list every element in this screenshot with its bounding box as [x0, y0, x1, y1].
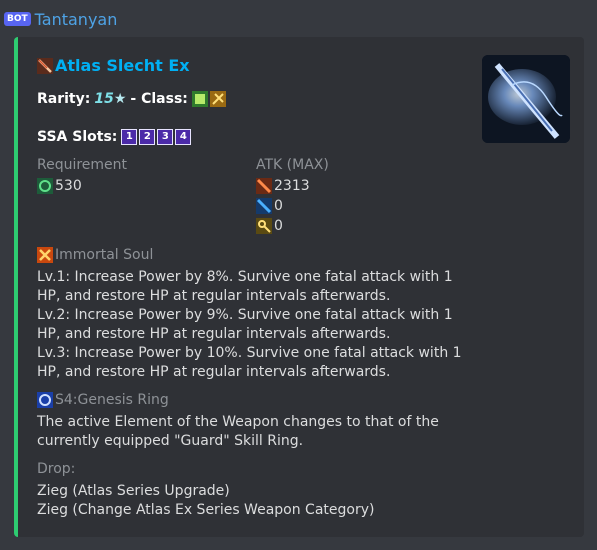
ranged-atk-icon [256, 198, 272, 214]
ssa-slot-1-icon: 1 [121, 129, 138, 145]
ssa-slot-4-icon: 4 [175, 129, 192, 145]
item-embed: Atlas Slecht Ex Rarity: 15 ★ - Class: SS… [14, 37, 584, 537]
rarity-label: Rarity: [37, 91, 91, 107]
potential-lv1: Lv.1: Increase Power by 8%. Survive one … [37, 269, 453, 304]
rarity-class-row: Rarity: 15 ★ - Class: [37, 91, 226, 107]
s4-name: S4:Genesis Ring [55, 392, 169, 408]
bot-tag: BOT [4, 12, 31, 26]
potential-name: Immortal Soul [55, 247, 154, 263]
weapon-thumbnail[interactable] [482, 55, 570, 143]
drop-label: Drop: [37, 461, 76, 477]
s4-description: The active Element of the Weapon changes… [37, 414, 439, 449]
s4-header: S4:Genesis Ring [37, 392, 169, 408]
atk-label: ATK (MAX) [256, 157, 329, 173]
drop-item: Zieg (Atlas Series Upgrade) [37, 483, 230, 499]
requirement-value: 530 [55, 178, 82, 194]
ssa-slot-3-icon: 3 [157, 129, 174, 145]
atk-tech-row: 0 [256, 218, 283, 234]
atk-melee-row: 2313 [256, 178, 310, 194]
ranged-atk-value: 0 [274, 198, 283, 214]
potential-header: Immortal Soul [37, 247, 153, 263]
message-header: BOT Tantanyan [4, 7, 117, 31]
embed-title-row: Atlas Slecht Ex [37, 56, 190, 75]
embed-title-link[interactable]: Atlas Slecht Ex [55, 56, 190, 75]
sword-icon [37, 57, 53, 74]
rarity-star-icon: 15 ★ [94, 91, 127, 107]
atk-ranged-row: 0 [256, 198, 283, 214]
author-name[interactable]: Tantanyan [35, 10, 118, 29]
potential-lv2: Lv.2: Increase Power by 9%. Survive one … [37, 307, 453, 342]
melee-atk-icon [256, 178, 272, 194]
ssa-label: SSA Slots: [37, 129, 118, 145]
potential-lv3: Lv.3: Increase Power by 10%. Survive one… [37, 345, 462, 380]
tech-atk-icon [256, 218, 272, 234]
drop-item: Zieg (Change Atlas Ex Series Weapon Cate… [37, 502, 375, 518]
class-hunter-icon [191, 91, 208, 107]
requirement-icon [37, 178, 53, 194]
requirement-label: Requirement [37, 157, 128, 173]
rarity-value: 15 [94, 91, 114, 107]
tech-atk-value: 0 [274, 218, 283, 234]
requirement-row: 530 [37, 178, 82, 194]
potential-icon [37, 247, 53, 263]
ssa-slots-row: SSA Slots: 1 2 3 4 [37, 129, 193, 145]
class-fighter-icon [209, 91, 226, 107]
melee-atk-value: 2313 [274, 178, 310, 194]
ssa-slot-2-icon: 2 [139, 129, 156, 145]
class-label: - Class: [130, 91, 188, 107]
genesis-ring-icon [37, 392, 53, 408]
